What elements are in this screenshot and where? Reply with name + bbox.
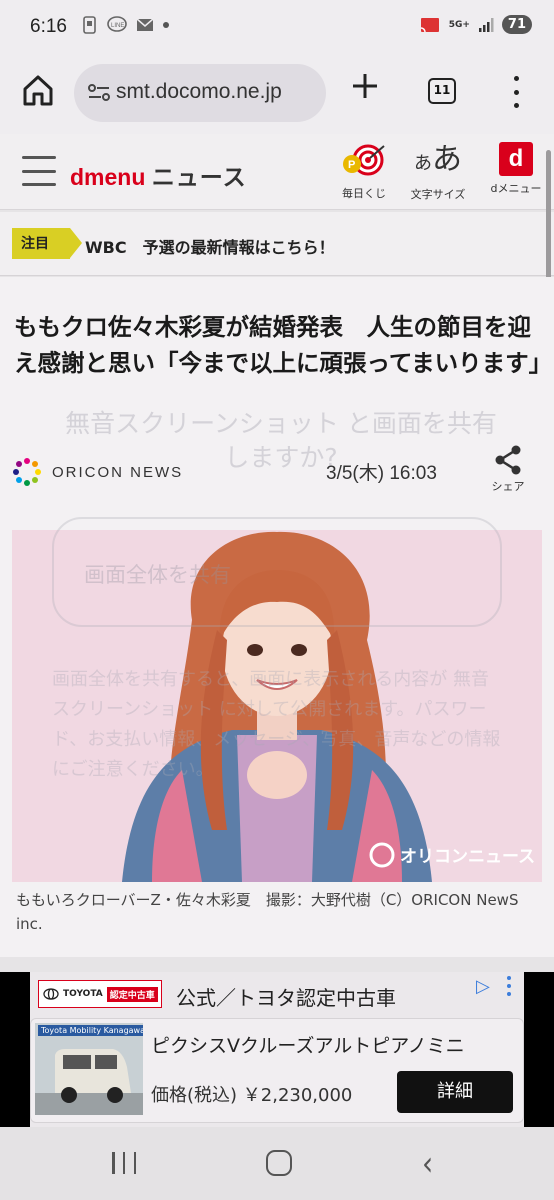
plus-icon bbox=[353, 74, 377, 98]
site-settings-icon[interactable] bbox=[88, 83, 110, 103]
system-nav-bar: ‹ bbox=[0, 1127, 554, 1200]
mail-icon bbox=[136, 18, 154, 31]
browser-toolbar: smt.docomo.ne.jp 11 bbox=[0, 56, 554, 134]
share-label: シェア bbox=[491, 480, 525, 493]
svg-text:P: P bbox=[348, 159, 355, 171]
toyota-logo-text: TOYOTA bbox=[63, 989, 103, 999]
screenshot-notification-icon bbox=[83, 16, 96, 34]
font-size-label: 文字サイズ bbox=[410, 188, 466, 201]
ad-letterbox-left bbox=[0, 972, 30, 1127]
ad-options-icon[interactable] bbox=[505, 976, 513, 996]
battery-indicator: 71 bbox=[501, 15, 532, 34]
system-icons: 5G+ 71 bbox=[419, 15, 532, 34]
status-time: 6:16 bbox=[30, 16, 67, 37]
photo-caption: ももいろクローバーZ・佐々木彩夏 撮影：大野代樹（C）ORICON NewS i… bbox=[16, 891, 519, 933]
share-button[interactable]: シェア bbox=[485, 445, 531, 494]
dmenu-label: dメニュー bbox=[490, 182, 542, 195]
van-illustration bbox=[35, 1023, 143, 1115]
oricon-logo-icon bbox=[13, 458, 41, 486]
hamburger-menu-icon[interactable] bbox=[22, 156, 56, 186]
logo-brand: dmenu bbox=[70, 164, 146, 190]
ad-card[interactable]: Toyota Mobility Kanagawa ピクシスVクルーズアルトピアノ… bbox=[30, 1018, 524, 1123]
car-price: 価格(税込) ￥2,230,000 bbox=[151, 1085, 353, 1106]
share-icon bbox=[495, 445, 521, 475]
home-icon bbox=[23, 75, 53, 106]
logo-section: ニュース bbox=[151, 164, 247, 190]
address-bar[interactable]: smt.docomo.ne.jp bbox=[74, 64, 326, 122]
site-header: dmenu ニュース P 毎日くじ ああ 文字サイズ d dメニュー bbox=[0, 134, 554, 210]
article: 無音スクリーンショット と画面を共有しますか? ももクロ佐々木彩夏が結婚発表 人… bbox=[0, 277, 554, 957]
more-notifications-dot-icon bbox=[163, 22, 169, 28]
photo-watermark: オリコンニュース bbox=[400, 847, 535, 867]
car-title[interactable]: ピクシスVクルーズアルトピアノミニ bbox=[151, 1031, 465, 1058]
ad-banner[interactable]: TOYOTA 認定中古車 公式／トヨタ認定中古車 ▷ Toyota Mobili… bbox=[30, 972, 524, 1127]
notice-banner[interactable]: 注目 WBC 予選の最新情報はこちら！ bbox=[0, 212, 554, 276]
browser-menu-button[interactable] bbox=[509, 76, 523, 108]
signal-icon bbox=[478, 17, 494, 32]
new-tab-button[interactable] bbox=[350, 71, 380, 107]
home-button[interactable] bbox=[20, 72, 56, 108]
dmenu-news-logo[interactable]: dmenu ニュース bbox=[70, 158, 247, 192]
recent-apps-icon[interactable] bbox=[112, 1152, 136, 1174]
article-date: 3/5(木) 16:03 bbox=[326, 463, 437, 484]
daily-lottery-label: 毎日くじ bbox=[342, 187, 386, 200]
notice-badge: 注目 bbox=[12, 228, 82, 259]
font-size-button[interactable]: ああ 文字サイズ bbox=[404, 142, 472, 202]
toyota-emblem-icon bbox=[43, 988, 59, 1000]
dealer-label: Toyota Mobility Kanagawa bbox=[38, 1025, 143, 1036]
ad-letterbox-right bbox=[524, 972, 554, 1127]
tab-switcher-button[interactable]: 11 bbox=[428, 78, 456, 104]
certified-used-label: 認定中古車 bbox=[106, 986, 158, 1002]
home-nav-icon[interactable] bbox=[266, 1150, 292, 1176]
article-headline: ももクロ佐々木彩夏が結婚発表 人生の節目を迎え感謝と思い「今まで以上に頑張ってま… bbox=[14, 313, 553, 377]
share-dialog-body: 画面全体を共有すると、画面に表示される内容が 無音スクリーンショット に対して公… bbox=[52, 669, 501, 780]
url-text: smt.docomo.ne.jp bbox=[116, 80, 282, 103]
toyota-logo: TOYOTA 認定中古車 bbox=[38, 980, 162, 1008]
status-bar: 6:16 LINE 5G+ 71 bbox=[0, 0, 554, 56]
notification-icons: LINE bbox=[82, 16, 169, 34]
dmenu-icon: d bbox=[499, 142, 533, 176]
daily-lottery-button[interactable]: P 毎日くじ bbox=[336, 142, 392, 201]
cast-icon bbox=[420, 17, 439, 32]
car-thumbnail[interactable]: Toyota Mobility Kanagawa bbox=[35, 1023, 143, 1115]
font-size-icon: ああ bbox=[414, 142, 462, 177]
lottery-icon: P bbox=[343, 144, 385, 176]
article-source[interactable]: ORICON NEWS bbox=[12, 457, 183, 487]
source-name: ORICON NEWS bbox=[52, 463, 184, 481]
detail-button[interactable]: 詳細 bbox=[397, 1071, 513, 1113]
back-icon[interactable]: ‹ bbox=[422, 1144, 433, 1184]
svg-text:LINE: LINE bbox=[111, 23, 124, 29]
line-app-icon: LINE bbox=[107, 16, 127, 32]
notice-link[interactable]: WBC 予選の最新情報はこちら！ bbox=[85, 234, 335, 258]
network-type: 5G+ bbox=[448, 19, 470, 30]
dmenu-button[interactable]: d dメニュー bbox=[484, 142, 548, 196]
ad-headline[interactable]: 公式／トヨタ認定中古車 bbox=[176, 982, 396, 1011]
share-scope-select[interactable]: 画面全体を共有 bbox=[52, 517, 502, 627]
share-scope-value: 画面全体を共有 bbox=[84, 563, 231, 587]
adchoices-icon[interactable]: ▷ bbox=[476, 976, 490, 997]
